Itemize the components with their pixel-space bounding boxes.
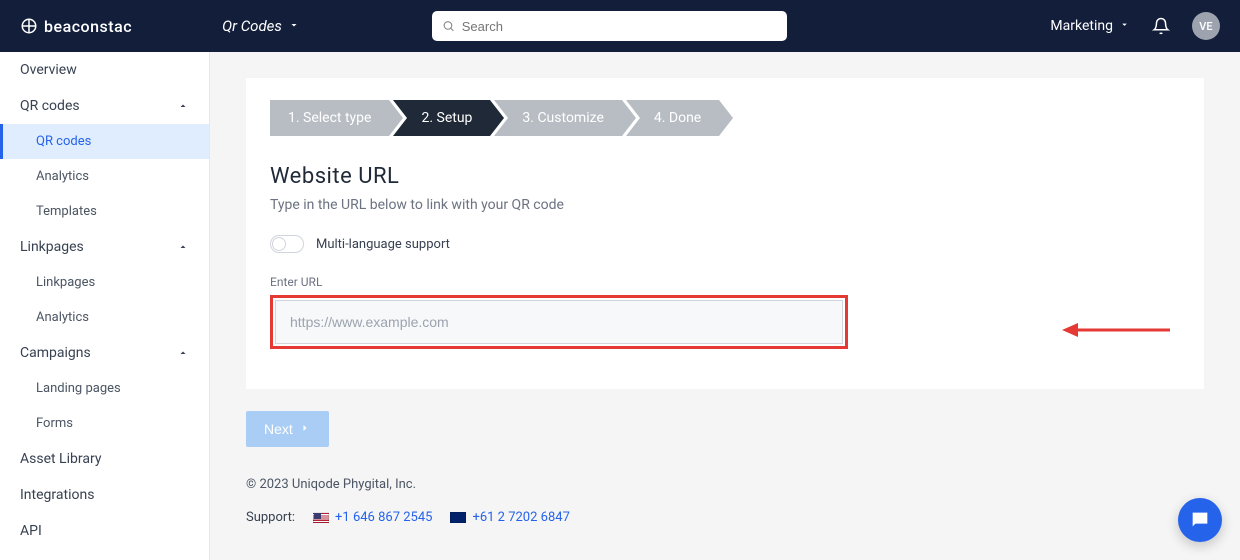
sidebar-item-label: Landing pages (36, 381, 121, 396)
url-input[interactable] (275, 300, 843, 344)
sidebar-item-label: Analytics (36, 310, 89, 325)
main-content: 1. Select type 2. Setup 3. Customize 4. … (210, 52, 1240, 560)
user-avatar[interactable]: VE (1192, 12, 1220, 40)
footer: © 2023 Uniqode Phygital, Inc. Support: +… (246, 477, 1204, 541)
sidebar-item-linkpages[interactable]: Linkpages (0, 229, 209, 265)
chat-icon (1189, 509, 1211, 531)
sidebar-item-qrcodes-templates[interactable]: Templates (0, 194, 209, 229)
step-done[interactable]: 4. Done (626, 100, 719, 136)
nav-right: Marketing VE (1050, 12, 1220, 40)
qrcodes-top-dropdown-label: Qr Codes (222, 17, 282, 35)
sidebar-item-asset-library[interactable]: Asset Library (0, 441, 209, 477)
sidebar-item-label: Analytics (36, 169, 89, 184)
support-line: Support: +1 646 867 2545 +61 2 7202 6847 (246, 510, 1204, 525)
sidebar-item-label: Integrations (20, 487, 94, 503)
sidebar-item-help[interactable]: Help (0, 549, 209, 560)
section-title: Website URL (270, 164, 1180, 189)
support-phone-au[interactable]: +61 2 7202 6847 (450, 510, 569, 525)
marketing-dropdown[interactable]: Marketing (1050, 18, 1130, 34)
step-label: 4. Done (654, 110, 701, 126)
top-navbar: beaconstac Qr Codes Marketing VE (0, 0, 1240, 52)
step-customize[interactable]: 3. Customize (494, 100, 621, 136)
chevron-down-icon (288, 17, 300, 35)
search-icon (442, 20, 455, 33)
brand-name: beaconstac (44, 17, 132, 36)
flag-us-icon (313, 512, 329, 523)
sidebar-item-label: QR codes (20, 98, 80, 114)
sidebar-item-overview[interactable]: Overview (0, 52, 209, 88)
section-subtitle: Type in the URL below to link with your … (270, 197, 1180, 213)
brand-logo[interactable]: beaconstac (20, 17, 132, 36)
qrcodes-top-dropdown[interactable]: Qr Codes (222, 17, 300, 35)
toggle-knob (272, 237, 286, 251)
sidebar-item-campaigns-landing[interactable]: Landing pages (0, 371, 209, 406)
setup-card: 1. Select type 2. Setup 3. Customize 4. … (246, 78, 1204, 389)
sidebar-item-integrations[interactable]: Integrations (0, 477, 209, 513)
support-phone-us[interactable]: +1 646 867 2545 (313, 510, 432, 525)
brand-logo-icon (20, 17, 38, 35)
sidebar-item-label: Asset Library (20, 451, 101, 467)
footer-copyright: © 2023 Uniqode Phygital, Inc. (246, 477, 1204, 492)
sidebar-item-linkpages-lp[interactable]: Linkpages (0, 265, 209, 300)
sidebar: Overview QR codes QR codes Analytics Tem… (0, 52, 210, 560)
multilang-toggle[interactable] (270, 235, 304, 253)
step-label: 3. Customize (522, 110, 603, 126)
sidebar-item-linkpages-analytics[interactable]: Analytics (0, 300, 209, 335)
chevron-up-icon (177, 100, 189, 112)
url-field-label: Enter URL (270, 275, 1180, 289)
sidebar-item-label: Campaigns (20, 345, 91, 361)
sidebar-item-label: Templates (36, 204, 97, 219)
flag-au-icon (450, 512, 466, 523)
sidebar-item-label: Forms (36, 416, 73, 431)
avatar-initials: VE (1199, 20, 1212, 33)
stepper: 1. Select type 2. Setup 3. Customize 4. … (270, 100, 1180, 136)
multilang-toggle-label: Multi-language support (316, 237, 450, 252)
step-label: 2. Setup (421, 110, 472, 126)
step-label: 1. Select type (288, 110, 371, 126)
sidebar-item-campaigns[interactable]: Campaigns (0, 335, 209, 371)
step-setup[interactable]: 2. Setup (393, 100, 490, 136)
sidebar-item-label: Overview (20, 62, 77, 78)
chevron-right-icon (299, 421, 311, 437)
chevron-up-icon (177, 241, 189, 253)
sidebar-item-qrcodes[interactable]: QR codes (0, 88, 209, 124)
search-input[interactable] (432, 11, 787, 41)
next-button-label: Next (264, 421, 293, 437)
sidebar-item-label: Linkpages (20, 239, 84, 255)
sidebar-item-label: QR codes (36, 134, 91, 149)
chat-widget-button[interactable] (1178, 498, 1222, 542)
marketing-label: Marketing (1050, 18, 1113, 34)
support-label: Support: (246, 510, 295, 525)
url-highlight-annotation (270, 295, 848, 349)
sidebar-item-qrcodes-analytics[interactable]: Analytics (0, 159, 209, 194)
sidebar-item-qrcodes-qr[interactable]: QR codes (0, 124, 209, 159)
multilang-toggle-row: Multi-language support (270, 235, 1180, 253)
support-phone-au-label: +61 2 7202 6847 (472, 510, 569, 525)
step-select-type[interactable]: 1. Select type (270, 100, 389, 136)
sidebar-item-label: Linkpages (36, 275, 95, 290)
sidebar-item-label: API (20, 523, 42, 539)
notifications-bell-icon[interactable] (1152, 17, 1170, 35)
next-button[interactable]: Next (246, 411, 329, 447)
sidebar-item-api[interactable]: API (0, 513, 209, 549)
chevron-down-icon (1119, 18, 1130, 34)
sidebar-item-campaigns-forms[interactable]: Forms (0, 406, 209, 441)
chevron-up-icon (177, 347, 189, 359)
support-phone-us-label: +1 646 867 2545 (335, 510, 432, 525)
search-wrapper (432, 11, 787, 41)
